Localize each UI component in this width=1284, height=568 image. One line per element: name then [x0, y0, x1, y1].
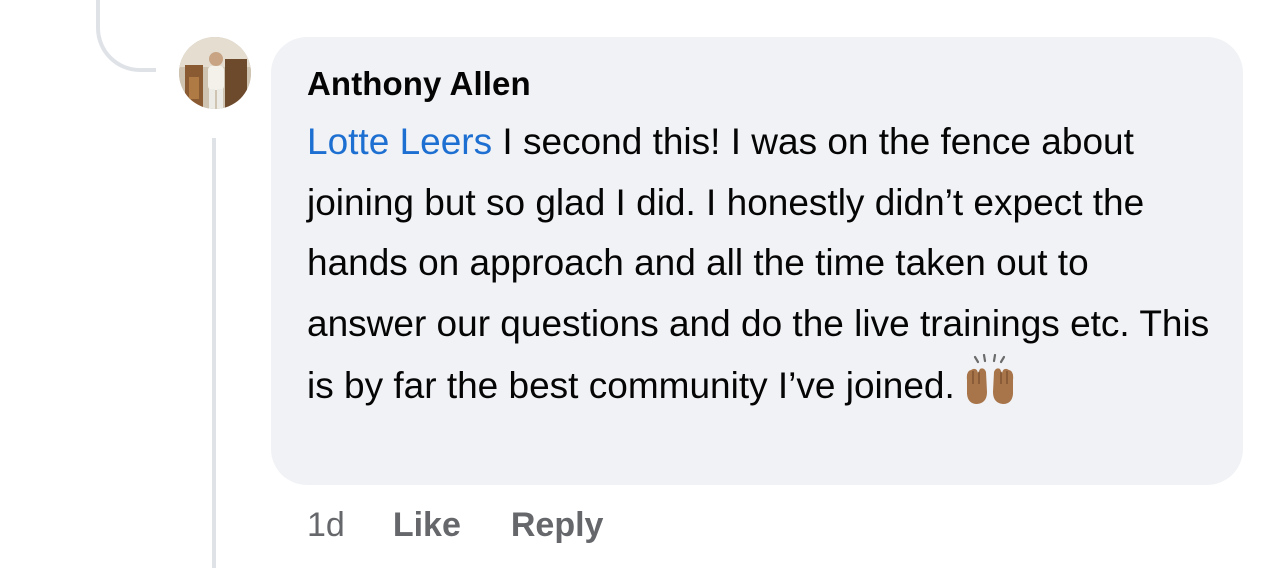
comment-bubble: Anthony Allen Lotte Leers I second this!… [271, 37, 1243, 485]
reply-button[interactable]: Reply [511, 502, 604, 548]
comment-body: Lotte Leers I second this! I was on the … [307, 112, 1217, 425]
comment-timestamp[interactable]: 1d [307, 502, 345, 548]
mention-link[interactable]: Lotte Leers [307, 121, 492, 162]
comment-text: I second this! I was on the fence about … [307, 121, 1210, 406]
raising-hands-emoji-icon [961, 353, 1019, 425]
comment-actions: 1d Like Reply [307, 502, 603, 548]
avatar-photo [179, 37, 251, 109]
like-button[interactable]: Like [393, 502, 461, 548]
comment-author-name[interactable]: Anthony Allen [307, 64, 1213, 104]
reply-thread-connector [96, 0, 156, 72]
avatar[interactable] [179, 37, 251, 109]
thread-line [212, 138, 216, 568]
